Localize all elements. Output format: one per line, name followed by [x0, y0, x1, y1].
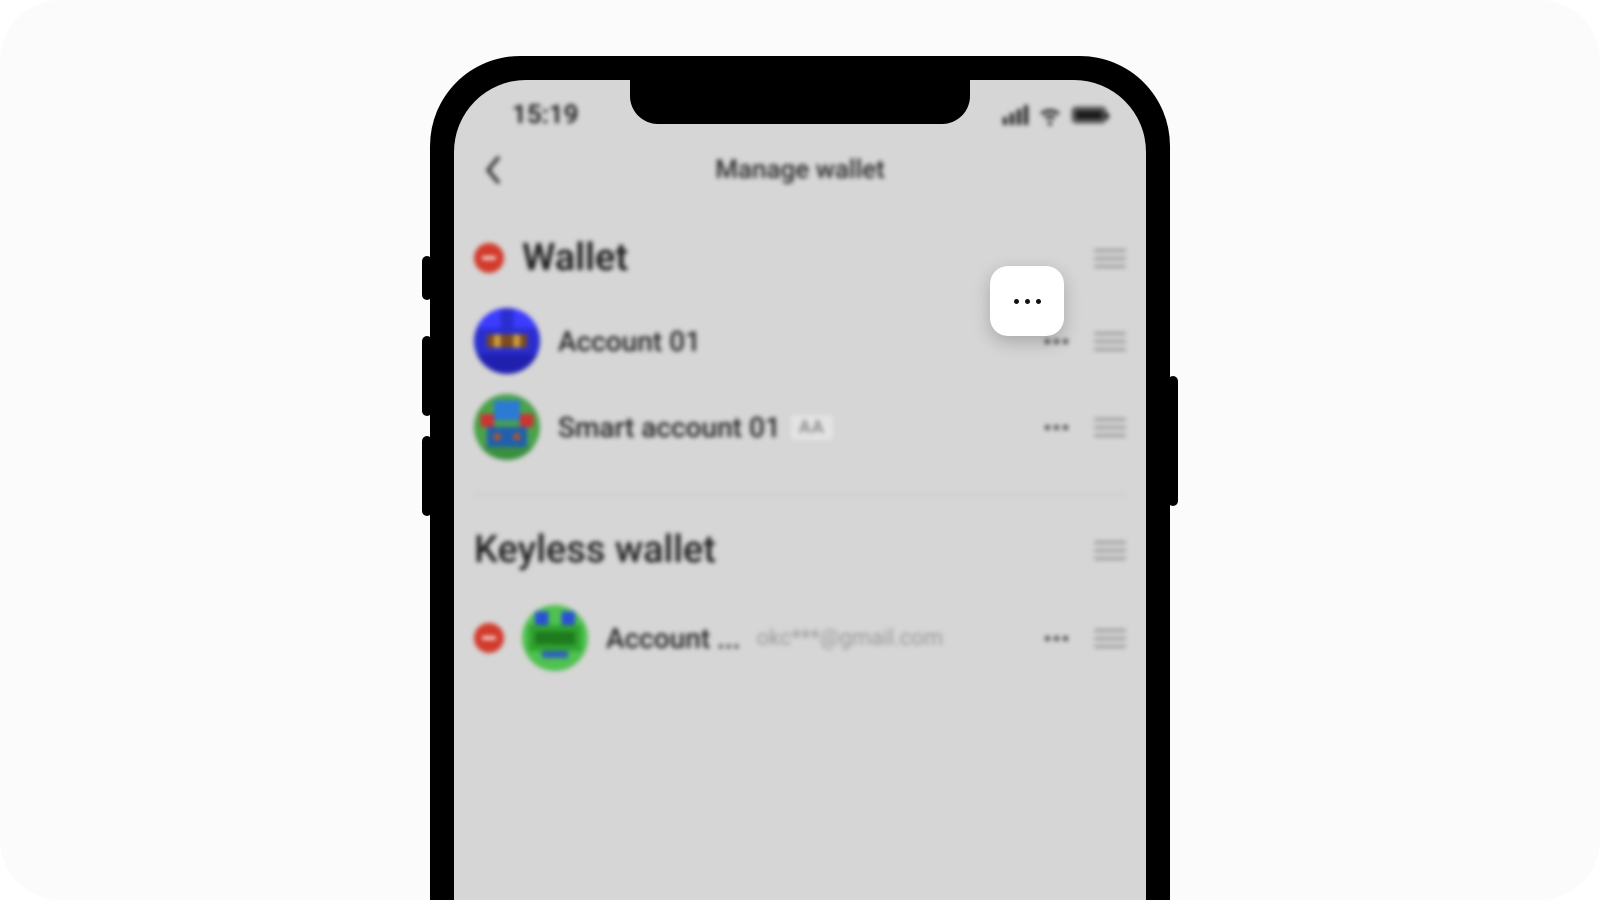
remove-account-icon[interactable]: [474, 623, 504, 653]
status-icons: [1003, 103, 1106, 127]
keyless-section-title: Keyless wallet: [474, 528, 716, 572]
keyless-section-header: Keyless wallet: [474, 505, 1126, 595]
battery-icon: [1072, 107, 1106, 123]
drag-handle-icon[interactable]: [1094, 332, 1126, 351]
drag-handle-icon[interactable]: [1094, 629, 1126, 648]
account-name: Smart account 01: [558, 411, 781, 444]
account-avatar: [474, 308, 540, 374]
phone-volume-down: [422, 436, 432, 516]
remove-wallet-icon[interactable]: [474, 243, 504, 273]
aa-badge: AA: [791, 415, 833, 440]
wallet-section-title: Wallet: [522, 236, 628, 280]
status-time: 15:19: [512, 100, 579, 130]
account-more-button[interactable]: [1036, 618, 1076, 658]
account-name: Account ...: [606, 622, 740, 655]
drag-handle-icon[interactable]: [1094, 418, 1126, 437]
drag-handle-icon[interactable]: [1094, 249, 1126, 268]
wallet-more-button-highlight[interactable]: [990, 266, 1064, 336]
account-email: okc***@gmail.com: [756, 626, 943, 651]
phone-frame: 15:19 Mana: [430, 56, 1170, 900]
account-row[interactable]: Smart account 01 AA: [474, 384, 1126, 470]
account-more-button[interactable]: [1036, 407, 1076, 447]
phone-notch: [630, 80, 970, 124]
wifi-icon: [1038, 103, 1062, 127]
account-name: Account 01: [558, 325, 701, 358]
account-avatar: [474, 394, 540, 460]
stage: 15:19 Mana: [0, 0, 1600, 900]
account-row[interactable]: Account ... okc***@gmail.com: [474, 595, 1126, 681]
phone-volume-up: [422, 336, 432, 416]
page-title: Manage wallet: [715, 155, 885, 185]
screen-content-blurred: 15:19 Mana: [454, 80, 1146, 900]
account-avatar: [522, 605, 588, 671]
phone-screen: 15:19 Mana: [454, 80, 1146, 900]
phone-power-button: [1168, 376, 1178, 506]
back-button[interactable]: [474, 150, 514, 190]
cellular-signal-icon: [1003, 105, 1028, 125]
phone-mute-switch: [422, 256, 432, 300]
app-header: Manage wallet: [454, 140, 1146, 200]
section-divider: [474, 494, 1126, 495]
drag-handle-icon[interactable]: [1094, 541, 1126, 560]
